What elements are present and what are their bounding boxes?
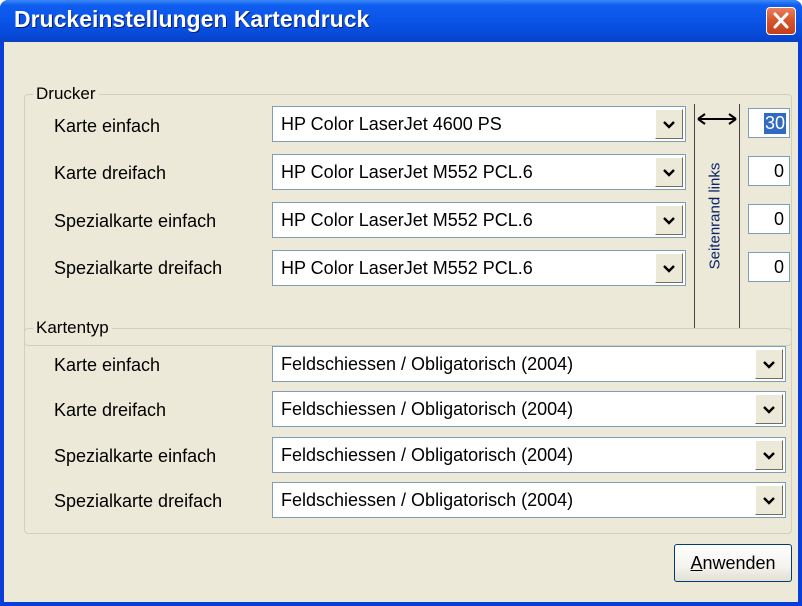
card-type-select-spezialkarte-dreifach[interactable]: Feldschiessen / Obligatorisch (2004) (272, 482, 786, 518)
dropdown-button[interactable] (755, 485, 783, 515)
margin-field-karte-einfach[interactable]: 30 (748, 108, 790, 138)
card-type-select-value: Feldschiessen / Obligatorisch (2004) (281, 399, 574, 419)
card-type-select-spezialkarte-einfach[interactable]: Feldschiessen / Obligatorisch (2004) (272, 437, 786, 473)
card-type-select-value: Feldschiessen / Obligatorisch (2004) (281, 445, 574, 465)
printer-row-label: Karte dreifach (54, 163, 167, 183)
margin-field-spezialkarte-einfach[interactable]: 0 (748, 204, 790, 234)
printer-row-label: Spezialkarte einfach (54, 211, 217, 231)
dropdown-button[interactable] (755, 349, 783, 379)
margin-field-karte-dreifach[interactable]: 0 (748, 156, 790, 186)
margin-value: 0 (773, 161, 784, 181)
dropdown-button[interactable] (755, 394, 783, 424)
title-bar[interactable]: Druckeinstellungen Kartendruck (0, 0, 802, 42)
printer-select-value: HP Color LaserJet M552 PCL.6 (281, 162, 533, 182)
dropdown-button[interactable] (655, 157, 683, 187)
chevron-down-icon (763, 452, 775, 460)
printer-select-spezialkarte-dreifach[interactable]: HP Color LaserJet M552 PCL.6 (272, 250, 686, 286)
card-type-row-label: Spezialkarte dreifach (54, 491, 223, 511)
printer-select-spezialkarte-einfach[interactable]: HP Color LaserJet M552 PCL.6 (272, 202, 686, 238)
card-type-select-value: Feldschiessen / Obligatorisch (2004) (281, 354, 574, 374)
chevron-down-icon (663, 217, 675, 225)
apply-button-accelerator: A (690, 553, 703, 573)
dropdown-button[interactable] (655, 205, 683, 235)
printer-select-karte-einfach[interactable]: HP Color LaserJet 4600 PS (272, 106, 686, 142)
close-icon (773, 12, 789, 29)
chevron-down-icon (663, 169, 675, 177)
printer-row-label: Spezialkarte dreifach (54, 258, 223, 278)
printer-select-karte-dreifach[interactable]: HP Color LaserJet M552 PCL.6 (272, 154, 686, 190)
dialog-window: Druckeinstellungen Kartendruck Drucker K… (0, 0, 802, 606)
close-button[interactable] (766, 7, 796, 35)
printer-select-value: HP Color LaserJet M552 PCL.6 (281, 210, 533, 230)
card-type-row-label: Karte dreifach (54, 400, 167, 420)
margin-field-spezialkarte-dreifach[interactable]: 0 (748, 252, 790, 282)
card-type-select-value: Feldschiessen / Obligatorisch (2004) (281, 490, 574, 510)
chevron-down-icon (763, 497, 775, 505)
printer-group-label: Drucker (33, 84, 99, 104)
dialog-body: Drucker Karte einfach HP Color LaserJet … (4, 42, 798, 602)
chevron-down-icon (763, 406, 775, 414)
dropdown-button[interactable] (655, 253, 683, 283)
double-arrow-icon (697, 113, 737, 125)
chevron-down-icon (663, 265, 675, 273)
card-type-select-karte-einfach[interactable]: Feldschiessen / Obligatorisch (2004) (272, 346, 786, 382)
printer-row-label: Karte einfach (54, 116, 161, 136)
card-type-select-karte-dreifach[interactable]: Feldschiessen / Obligatorisch (2004) (272, 391, 786, 427)
printer-select-value: HP Color LaserJet 4600 PS (281, 114, 502, 134)
card-type-row-label: Karte einfach (54, 355, 161, 375)
margin-value: 0 (773, 209, 784, 229)
card-type-group-label: Kartentyp (33, 318, 112, 338)
chevron-down-icon (763, 361, 775, 369)
left-margin-label: Seitenrand links (706, 162, 724, 270)
margin-value: 0 (773, 257, 784, 277)
apply-button-label: nwenden (702, 553, 776, 573)
window-title: Druckeinstellungen Kartendruck (14, 6, 370, 32)
dropdown-button[interactable] (655, 109, 683, 139)
printer-select-value: HP Color LaserJet M552 PCL.6 (281, 258, 533, 278)
card-type-row-label: Spezialkarte einfach (54, 446, 217, 466)
apply-button[interactable]: Anwenden (674, 544, 792, 582)
chevron-down-icon (663, 121, 675, 129)
margin-value: 30 (763, 113, 786, 134)
dropdown-button[interactable] (755, 440, 783, 470)
